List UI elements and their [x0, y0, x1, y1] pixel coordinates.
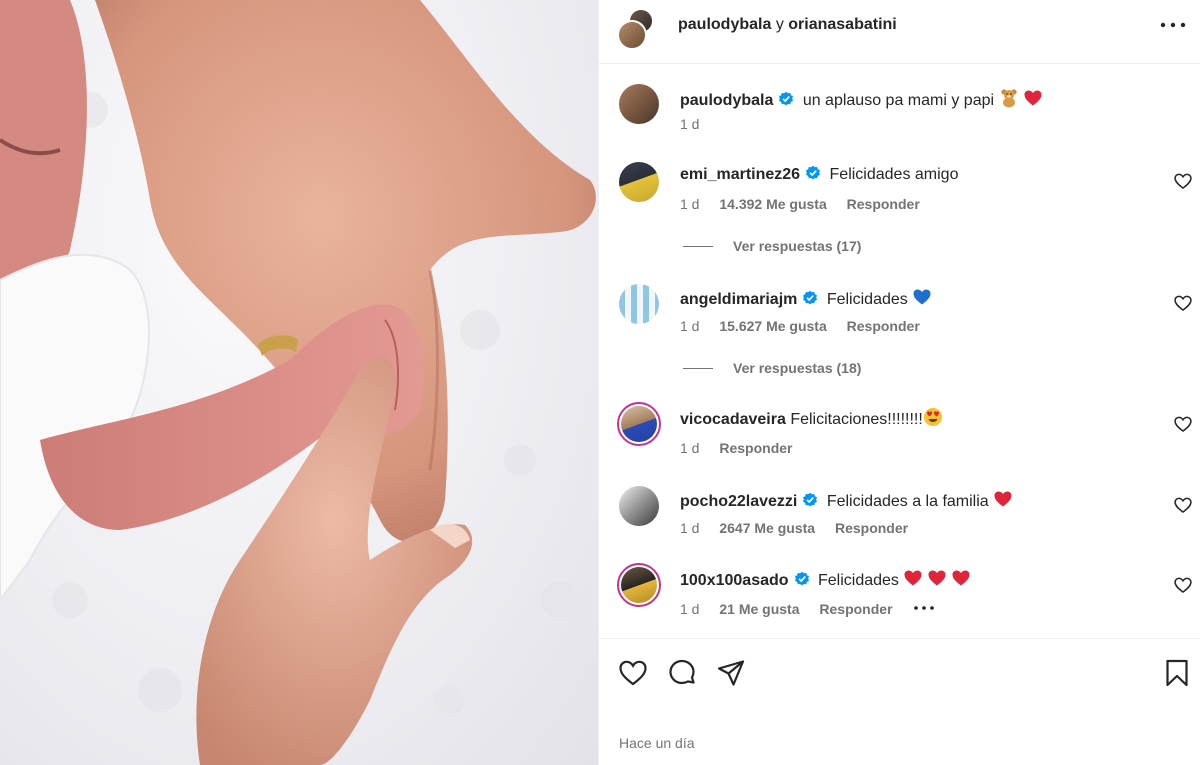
comment-time[interactable]: 1 d [680, 196, 699, 212]
comment-likes[interactable]: 2647 Me gusta [719, 520, 815, 536]
verified-badge-icon [794, 571, 809, 586]
avatar[interactable] [617, 563, 661, 607]
author-username[interactable]: orianasabatini [788, 16, 896, 33]
teddy-bear-emoji-icon [1000, 89, 1017, 108]
replies-divider [683, 246, 713, 247]
comment-time[interactable]: 1 d [680, 318, 699, 334]
author-connector: y [775, 16, 784, 33]
caption-text: paulodybala un aplauso pa mami y papi [680, 88, 1043, 110]
like-heart-icon[interactable] [1173, 293, 1193, 313]
verified-badge-icon [779, 91, 794, 106]
verified-badge-icon [806, 165, 821, 180]
avatar[interactable] [619, 486, 659, 526]
comment-time[interactable]: 1 d [680, 440, 699, 456]
replies-divider [683, 368, 713, 369]
post-details-panel: paulodybala y orianasabatini paulodybala… [598, 0, 1200, 765]
author-username[interactable]: paulodybala [678, 16, 771, 33]
comment-username[interactable]: paulodybala [680, 92, 773, 109]
heart-eyes-emoji-icon [923, 408, 942, 426]
reply-button[interactable]: Responder [847, 196, 920, 212]
comment-meta: 1 d 2647 Me gusta Responder [680, 520, 924, 536]
action-bar: Hace un día [599, 638, 1200, 765]
comment-text: 100x100asado Felicidades [680, 568, 971, 590]
verified-badge-icon [803, 290, 818, 305]
heart-emoji-icon [994, 491, 1012, 507]
heart-emoji-icon [904, 570, 922, 586]
comment-likes[interactable]: 15.627 Me gusta [719, 318, 826, 334]
comment-time[interactable]: 1 d [680, 520, 699, 536]
baby-hand-photo [0, 0, 596, 765]
comment-body: Felicidades [826, 291, 908, 308]
verified-badge-icon [803, 492, 818, 507]
comment-meta: 1 d 14.392 Me gusta Responder [680, 196, 936, 212]
comment-body: Felicitaciones!!!!!!!! [790, 411, 923, 428]
comment-text: emi_martinez26 Felicidades amigo [680, 165, 958, 184]
reply-button[interactable]: Responder [835, 520, 908, 536]
comment-options-icon[interactable] [912, 604, 936, 612]
avatar-image [621, 567, 657, 603]
comment-body: Felicidades [817, 572, 899, 589]
share-icon[interactable] [715, 657, 747, 689]
reply-button[interactable]: Responder [719, 440, 792, 456]
post-authors: paulodybala y orianasabatini [678, 16, 897, 34]
caption-meta: 1 d [680, 116, 715, 132]
collab-avatars[interactable] [617, 8, 659, 50]
post-timestamp[interactable]: Hace un día [619, 735, 695, 751]
like-heart-icon[interactable] [1173, 414, 1193, 434]
like-heart-icon[interactable] [1173, 575, 1193, 595]
view-replies-button[interactable]: Ver respuestas (17) [683, 238, 861, 254]
comment-meta: 1 d 15.627 Me gusta Responder [680, 318, 936, 334]
post-header: paulodybala y orianasabatini [599, 0, 1200, 64]
comment-username[interactable]: pocho22lavezzi [680, 493, 797, 510]
bookmark-icon[interactable] [1161, 657, 1193, 689]
comment-username[interactable]: 100x100asado [680, 572, 789, 589]
post-photo [0, 0, 598, 765]
comment-time[interactable]: 1 d [680, 601, 699, 617]
comment-time[interactable]: 1 d [680, 116, 699, 132]
comment-text: pocho22lavezzi Felicidades a la familia [680, 489, 1013, 511]
like-heart-icon[interactable] [1173, 171, 1193, 191]
comment-meta: 1 d 21 Me gusta Responder [680, 601, 936, 617]
avatar[interactable] [617, 402, 661, 446]
comment-likes[interactable]: 21 Me gusta [719, 601, 799, 617]
heart-emoji-icon [1024, 90, 1042, 106]
more-horizontal-icon[interactable] [1157, 13, 1189, 37]
view-replies-button[interactable]: Ver respuestas (18) [683, 360, 861, 376]
blue-heart-emoji-icon [913, 289, 931, 305]
comment-body: un aplauso pa mami y papi [802, 92, 995, 109]
comment-username[interactable]: emi_martinez26 [680, 166, 800, 183]
like-heart-icon[interactable] [1173, 495, 1193, 515]
comment-body: Felicidades amigo [829, 166, 959, 183]
heart-icon[interactable] [617, 657, 649, 689]
heart-emoji-icon [952, 570, 970, 586]
comment-icon[interactable] [666, 657, 698, 689]
comment-text: vicocadaveira Felicitaciones!!!!!!!! [680, 407, 943, 429]
reply-button[interactable]: Responder [847, 318, 920, 334]
view-replies-label[interactable]: Ver respuestas (18) [733, 360, 861, 376]
avatar[interactable] [619, 162, 659, 202]
avatar[interactable] [617, 20, 647, 50]
view-replies-label[interactable]: Ver respuestas (17) [733, 238, 861, 254]
comment-username[interactable]: vicocadaveira [680, 411, 786, 428]
comment-meta: 1 d Responder [680, 440, 808, 456]
avatar[interactable] [619, 284, 659, 324]
comment-username[interactable]: angeldimariajm [680, 291, 797, 308]
reply-button[interactable]: Responder [819, 601, 892, 617]
heart-emoji-icon [928, 570, 946, 586]
avatar-image [621, 406, 657, 442]
comment-likes[interactable]: 14.392 Me gusta [719, 196, 826, 212]
comment-text: angeldimariajm Felicidades [680, 287, 932, 309]
avatar[interactable] [619, 84, 659, 124]
comment-body: Felicidades a la familia [826, 493, 989, 510]
